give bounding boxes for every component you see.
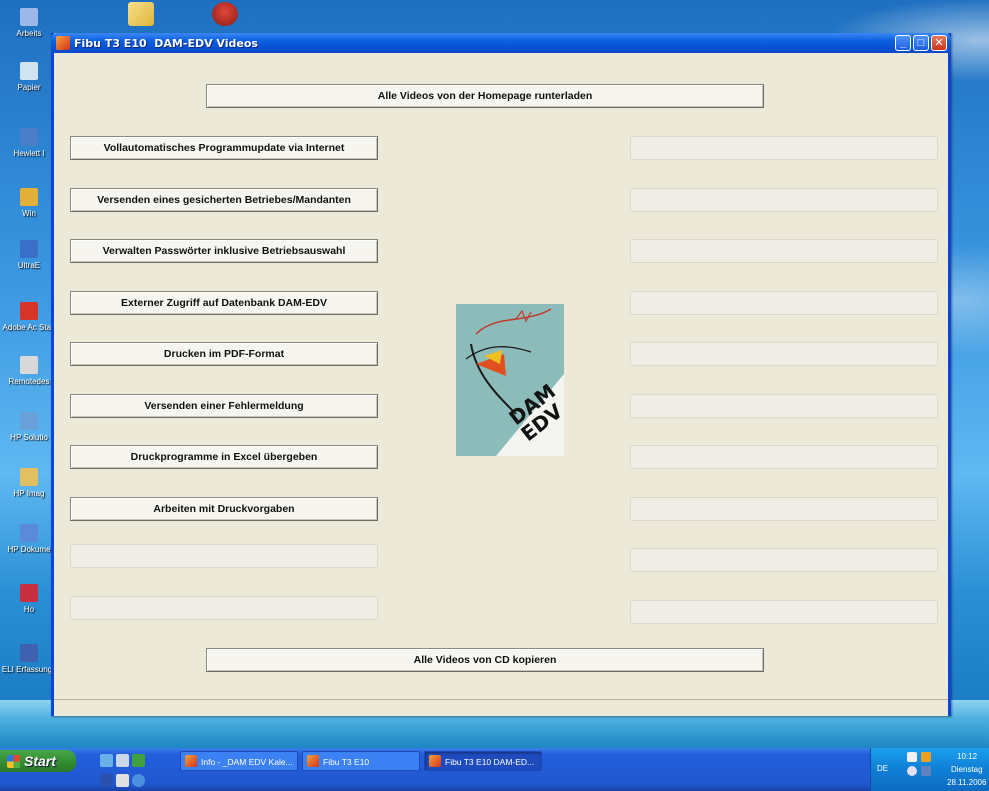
desktop-shortcut-label: Hewlett I — [13, 149, 45, 158]
video-button-5[interactable]: Drucken im PDF-Format — [70, 342, 378, 366]
window-title: Fibu T3 E10 DAM-EDV Videos — [74, 36, 258, 50]
task-app-icon — [185, 755, 197, 767]
folder-icon[interactable] — [128, 2, 154, 26]
task-label: Info - _DAM EDV Kale... — [201, 757, 293, 767]
taskbar: Start Info - _DAM EDV Kale... Fibu T3 E10… — [0, 748, 989, 791]
desktop-shortcut-label: Papier — [17, 83, 41, 92]
notepad-icon[interactable] — [116, 774, 129, 787]
app-icon — [56, 36, 70, 50]
show-desktop-icon[interactable] — [116, 754, 129, 767]
desktop-shortcut-label: ELI Erfassungs — [1, 665, 57, 674]
desktop-shortcut[interactable]: HP Solutio — [0, 412, 58, 442]
desktop-shortcut[interactable]: UltraE — [0, 240, 58, 270]
desktop-shortcut[interactable]: ELI Erfassungs — [0, 644, 58, 674]
hp-imaging-icon — [20, 468, 38, 486]
video-button-4[interactable]: Externer Zugriff auf Datenbank DAM-EDV — [70, 290, 378, 315]
download-all-videos-button[interactable]: Alle Videos von der Homepage runterladen — [206, 84, 764, 108]
clock-time[interactable]: 10:12 — [957, 752, 977, 761]
home-icon — [20, 584, 38, 602]
task-label: Fibu T3 E10 — [323, 757, 370, 767]
my-computer-icon — [20, 8, 38, 26]
empty-slot-right-1 — [630, 136, 938, 160]
video-button-7[interactable]: Druckprogramme in Excel übergeben — [70, 445, 378, 469]
task-app-icon — [307, 755, 319, 767]
ultraedit-icon — [20, 240, 38, 258]
remote-desktop-icon — [20, 356, 38, 374]
video-button-1[interactable]: Vollautomatisches Programmupdate via Int… — [70, 136, 378, 160]
app-window[interactable]: Fibu T3 E10 DAM-EDV Videos _ □ ✕ Alle Vi… — [51, 33, 951, 716]
clock-date: 28.11.2006 — [947, 778, 987, 787]
video-button-2[interactable]: Versenden eines gesicherten Betriebes/Ma… — [70, 187, 378, 212]
empty-slot-right-5 — [630, 342, 938, 366]
taskbar-task[interactable]: Info - _DAM EDV Kale... — [180, 751, 298, 771]
recycle-bin-icon — [20, 62, 38, 80]
desktop-shortcut[interactable]: Arbeits — [0, 8, 58, 38]
excel-icon[interactable] — [132, 754, 145, 767]
minimize-button[interactable]: _ — [895, 35, 911, 51]
desktop-shortcut[interactable]: Adobe Ac Stan — [0, 302, 58, 332]
desktop-shortcut[interactable]: Ho — [0, 584, 58, 614]
eli-icon — [20, 644, 38, 662]
desktop-shortcut-label: Remotedes — [8, 377, 50, 386]
close-button[interactable]: ✕ — [931, 35, 947, 51]
hp-document-icon — [20, 524, 38, 542]
printer-icon — [20, 128, 38, 146]
video-button-8[interactable]: Arbeiten mit Druckvorgaben — [70, 496, 378, 521]
tray-volume-icon[interactable] — [907, 766, 917, 776]
video-button-3[interactable]: Verwalten Passwörter inklusive Betriebsa… — [70, 239, 378, 263]
empty-slot-right-10 — [630, 599, 938, 624]
browser-icon[interactable] — [132, 774, 145, 787]
empty-slot-right-9 — [630, 548, 938, 572]
start-button[interactable]: Start — [0, 750, 76, 772]
empty-slot-right-3 — [630, 239, 938, 263]
maximize-button[interactable]: □ — [913, 35, 929, 51]
empty-slot-left-10 — [70, 596, 378, 620]
language-indicator[interactable]: DE — [877, 764, 888, 773]
task-label: Fibu T3 E10 DAM-ED... — [445, 757, 535, 767]
status-bar — [54, 699, 948, 716]
title-bar[interactable]: Fibu T3 E10 DAM-EDV Videos _ □ ✕ — [51, 33, 951, 53]
empty-slot-left-9 — [70, 544, 378, 568]
empty-slot-right-8 — [630, 496, 938, 521]
desktop-shortcut-label: Adobe Ac Stan — [2, 323, 56, 332]
dam-edv-logo: DAM EDV — [456, 304, 564, 456]
ie-icon[interactable] — [100, 754, 113, 767]
desktop-shortcut-label: HP Dokume — [7, 545, 51, 554]
desktop-shortcut-label: HP Solutio — [10, 433, 48, 442]
window-client-area: Alle Videos von der Homepage runterladen… — [54, 53, 948, 716]
game-icon[interactable] — [212, 2, 238, 26]
tray-notify-icon[interactable] — [921, 752, 931, 762]
desktop-shortcut[interactable]: HP Dokume — [0, 524, 58, 554]
taskbar-task[interactable]: Fibu T3 E10 DAM-ED... — [424, 751, 542, 771]
desktop-shortcut[interactable]: HP Imag — [0, 468, 58, 498]
empty-slot-right-7 — [630, 445, 938, 469]
app-icon — [20, 188, 38, 206]
adobe-icon — [20, 302, 38, 320]
desktop-shortcut-label: Ho — [23, 605, 35, 614]
desktop-shortcut[interactable]: Papier — [0, 62, 58, 92]
desktop-shortcut[interactable]: Win — [0, 188, 58, 218]
windows-flag-icon — [7, 755, 20, 768]
desktop-shortcut-label: UltraE — [17, 261, 41, 270]
start-label: Start — [24, 753, 56, 769]
desktop-shortcut-label: Win — [22, 209, 36, 218]
desktop-shortcut-label: Arbeits — [16, 29, 42, 38]
copy-all-videos-cd-button[interactable]: Alle Videos von CD kopieren — [206, 648, 764, 672]
empty-slot-right-4 — [630, 290, 938, 315]
task-app-icon — [429, 755, 441, 767]
desktop-shortcut[interactable]: Hewlett I — [0, 128, 58, 158]
tray-network-icon[interactable] — [921, 766, 931, 776]
hp-solution-icon — [20, 412, 38, 430]
video-button-6[interactable]: Versenden einer Fehlermeldung — [70, 393, 378, 418]
desktop-shortcut[interactable]: Remotedes — [0, 356, 58, 386]
word-icon[interactable] — [100, 774, 113, 787]
empty-slot-right-6 — [630, 393, 938, 418]
taskbar-task[interactable]: Fibu T3 E10 — [302, 751, 420, 771]
system-tray: DE 10:12 Dienstag 28.11.2006 — [870, 748, 989, 791]
desktop-shortcut-label: HP Imag — [13, 489, 45, 498]
empty-slot-right-2 — [630, 187, 938, 212]
clock-day: Dienstag — [951, 765, 983, 774]
tray-app-icon[interactable] — [907, 752, 917, 762]
